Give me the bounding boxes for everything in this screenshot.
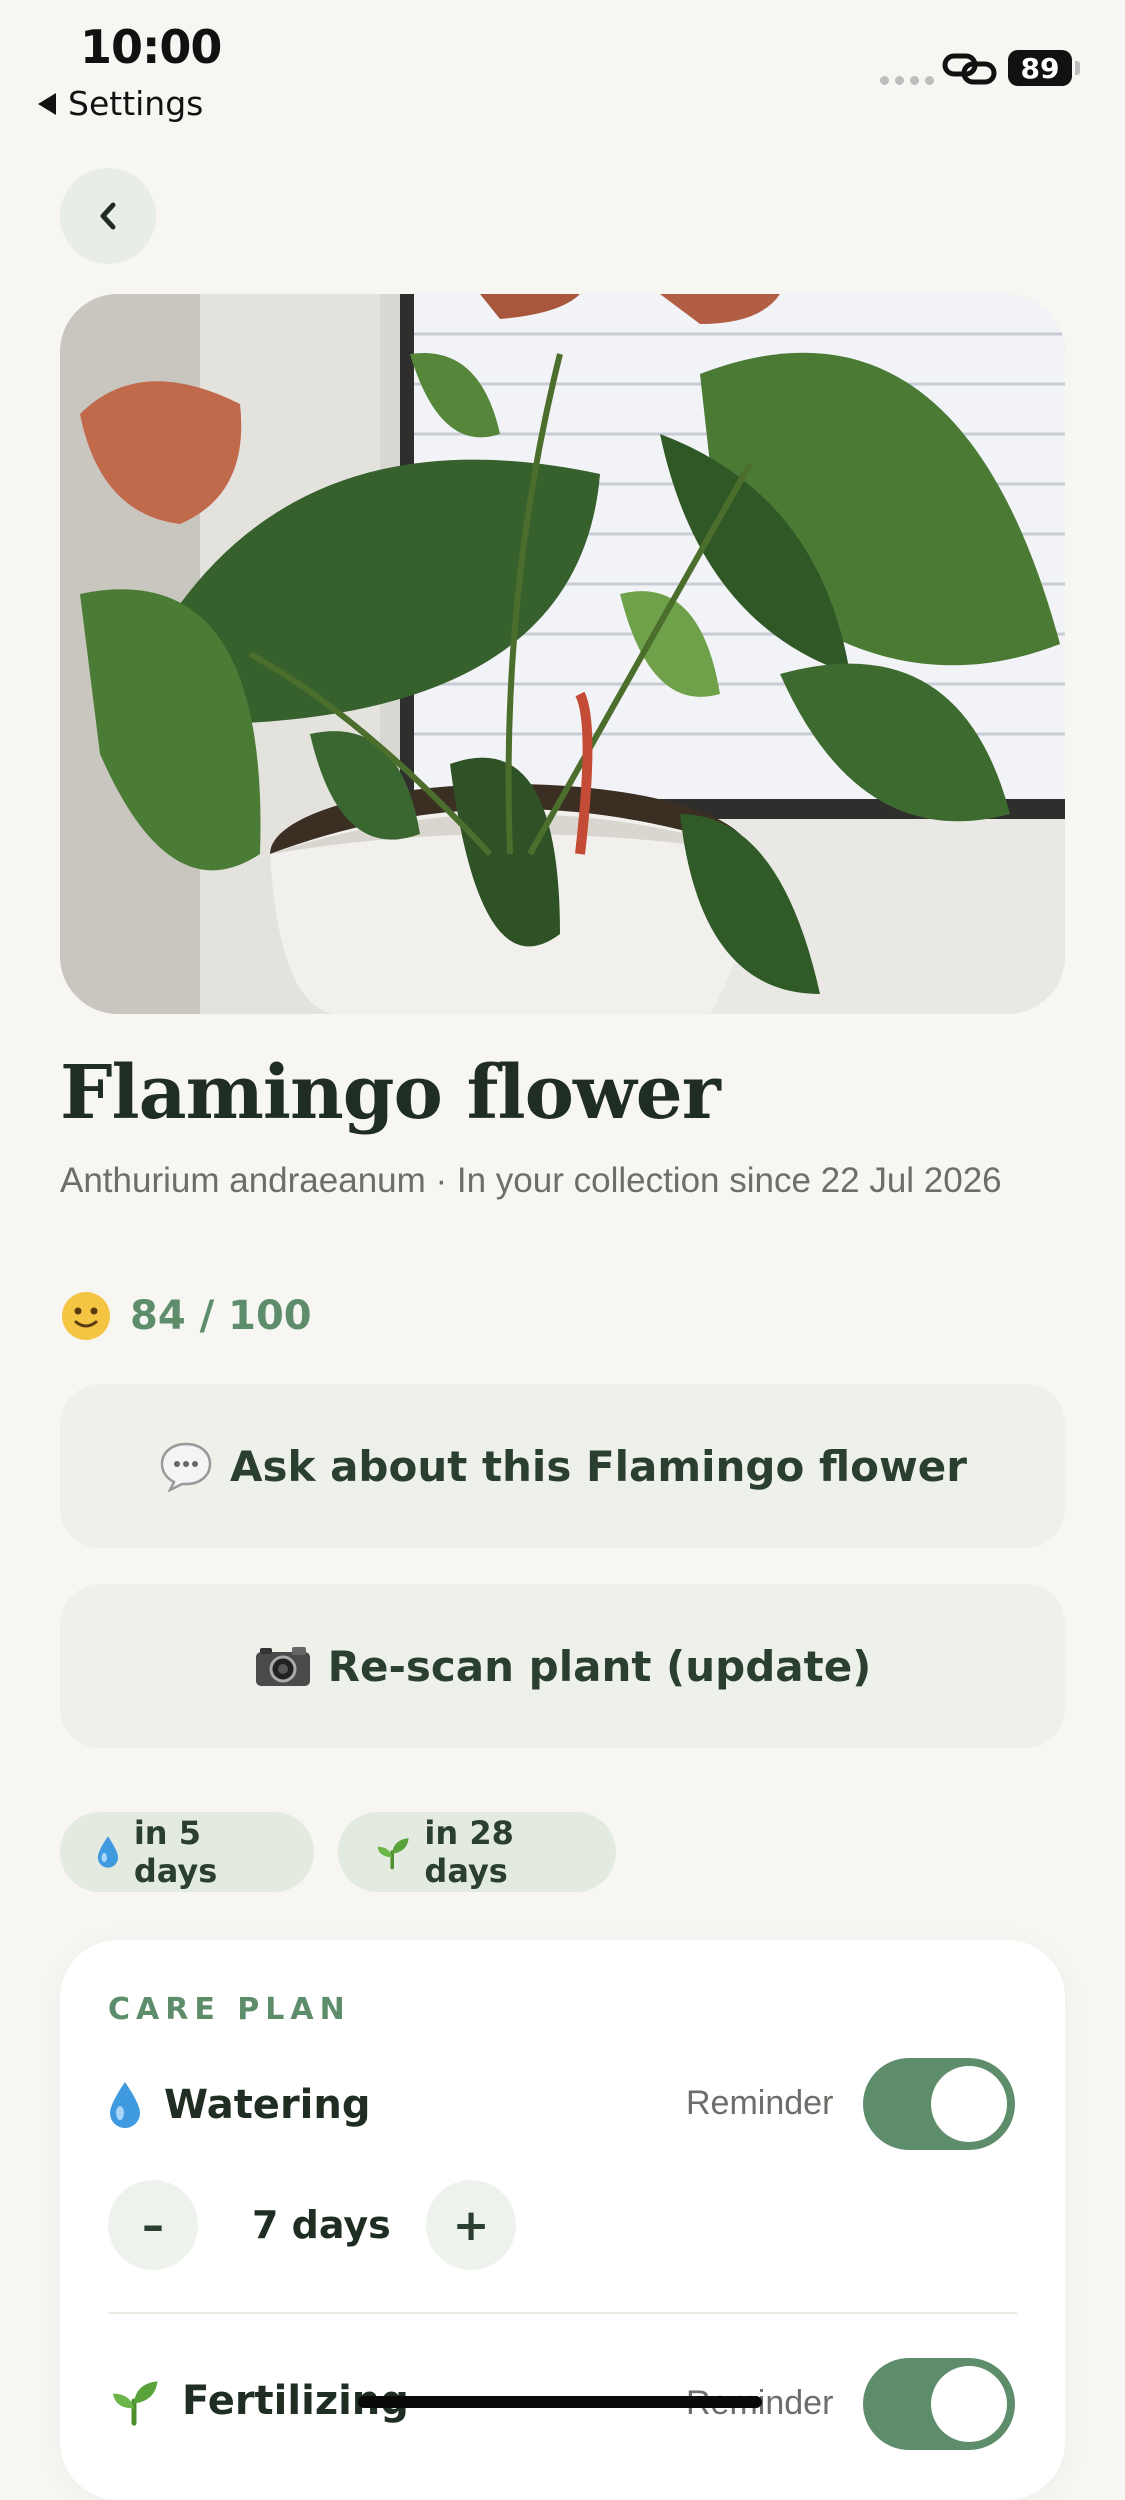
back-triangle-icon (38, 92, 56, 115)
ask-plant-label: Ask about this Flamingo flower (230, 1441, 967, 1491)
chevron-left-icon (100, 202, 116, 230)
cellular-signal-icon (880, 76, 934, 85)
watering-row-title: Watering (108, 2080, 370, 2130)
care-plan-divider (108, 2312, 1017, 2314)
watering-reminder-label: Reminder (686, 2084, 834, 2122)
link-icon (942, 53, 997, 85)
health-score: 84 / 100 (60, 1290, 312, 1342)
water-drop-icon (97, 1836, 118, 1868)
next-fertilizing-text: in 28 days (424, 1814, 514, 1890)
back-app-label: Settings (68, 84, 204, 123)
watering-decrease-button[interactable]: – (108, 2180, 198, 2270)
watering-interval-value: 7 days (252, 2203, 391, 2247)
smiley-face-icon (62, 1292, 110, 1340)
home-indicator[interactable] (358, 2396, 762, 2408)
back-to-settings-link[interactable]: Settings (38, 84, 203, 123)
battery-level: 89 (1008, 50, 1072, 86)
fertilizing-reminder-toggle[interactable] (863, 2358, 1015, 2450)
rescan-plant-button[interactable]: Re-scan plant (update) (60, 1584, 1065, 1748)
seedling-icon (377, 1838, 409, 1870)
plant-photo (60, 294, 1065, 1014)
watering-increase-button[interactable]: + (426, 2180, 516, 2270)
next-watering-text: in 5 days (133, 1814, 218, 1890)
status-time: 10:00 (80, 20, 222, 74)
water-drop-icon (110, 2082, 140, 2128)
camera-icon (255, 1647, 310, 1686)
seedling-icon (112, 2381, 158, 2426)
plant-name: Flamingo flower (60, 1050, 721, 1136)
plant-subtitle: Anthurium andraeanum · In your collectio… (60, 1161, 1002, 1200)
next-watering-pill: in 5 days (60, 1812, 314, 1892)
back-button[interactable] (60, 168, 156, 264)
ask-plant-button[interactable]: Ask about this Flamingo flower (60, 1384, 1065, 1548)
battery-icon: 89 (1008, 50, 1080, 86)
toggle-knob (931, 2366, 1007, 2442)
care-plan-card: CARE PLAN Watering Reminder – 7 days + F… (60, 1940, 1065, 2500)
rescan-plant-label: Re-scan plant (update) (327, 1641, 872, 1691)
speech-bubble-icon (160, 1442, 212, 1492)
care-plan-heading: CARE PLAN (108, 1992, 351, 2027)
toggle-knob (931, 2066, 1007, 2142)
watering-label: Watering (164, 2082, 371, 2128)
health-score-value: 84 / 100 (130, 1293, 312, 1339)
watering-reminder-toggle[interactable] (863, 2058, 1015, 2150)
next-fertilizing-pill: in 28 days (338, 1812, 616, 1892)
